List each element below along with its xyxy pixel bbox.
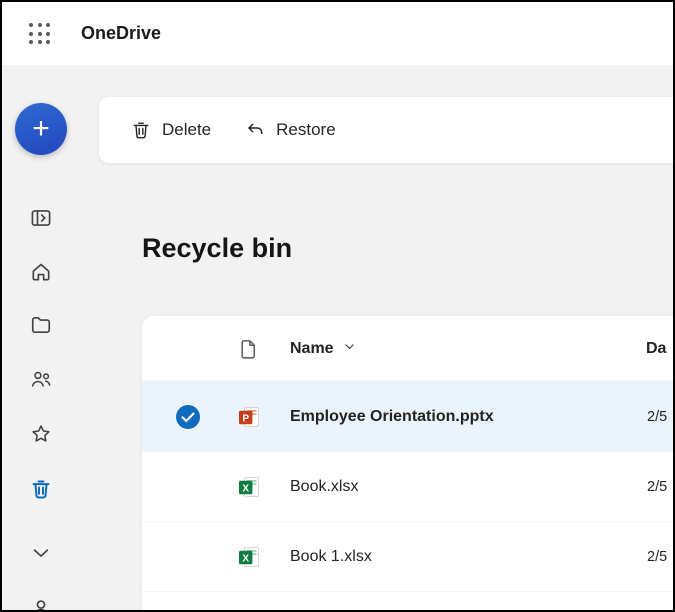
excel-icon: X xyxy=(237,475,261,499)
restore-button-label: Restore xyxy=(276,120,336,139)
restore-icon xyxy=(245,120,265,140)
file-name: Book.xlsx xyxy=(290,478,359,495)
svg-text:P: P xyxy=(242,413,249,424)
table-row[interactable]: X Book.xlsx 2/5 xyxy=(142,452,673,522)
table-row[interactable]: P Employee Orientation.pptx 2/5 xyxy=(142,382,673,452)
file-name: Book 1.xlsx xyxy=(290,548,372,565)
file-date: 2/5 xyxy=(647,549,668,565)
delete-button-label: Delete xyxy=(162,120,212,139)
app-title: OneDrive xyxy=(81,23,162,43)
svg-text:X: X xyxy=(242,553,249,564)
people-icon xyxy=(30,368,52,390)
sidebar-item-my-files[interactable] xyxy=(30,314,52,336)
top-bar: OneDrive xyxy=(2,2,673,65)
chevron-down-icon xyxy=(30,542,52,564)
excel-icon: X xyxy=(237,545,261,569)
column-header-name[interactable]: Name xyxy=(290,316,356,382)
person-icon xyxy=(30,598,52,610)
command-toolbar: Delete Restore xyxy=(99,97,673,163)
selected-check-icon[interactable] xyxy=(175,404,201,430)
delete-button[interactable]: Delete xyxy=(117,111,225,149)
star-icon xyxy=(30,423,52,445)
sidebar-item-home[interactable] xyxy=(30,261,52,283)
app-launcher-icon[interactable] xyxy=(25,19,54,48)
table-row[interactable]: X Book 1.xlsx 2/5 xyxy=(142,522,673,592)
folder-icon xyxy=(30,314,52,336)
sidebar-item-recycle-bin[interactable] xyxy=(30,478,52,500)
sidebar-item-profile[interactable] xyxy=(30,598,52,610)
sidebar-item-shared[interactable] xyxy=(30,368,52,390)
restore-button[interactable]: Restore xyxy=(231,111,350,149)
trash-icon xyxy=(131,120,151,140)
sidebar-item-toggle-navigation[interactable] xyxy=(30,207,52,229)
onedrive-window: OneDrive + Delete Restore Recycle bin Na… xyxy=(0,0,675,612)
sidebar-item-more[interactable] xyxy=(30,542,52,564)
svg-text:X: X xyxy=(242,483,249,494)
panel-expand-icon xyxy=(30,207,52,229)
file-date: 2/5 xyxy=(647,479,668,495)
trash-icon xyxy=(30,478,52,500)
add-new-button[interactable]: + xyxy=(15,103,67,155)
sidebar-item-favorites[interactable] xyxy=(30,423,52,445)
table-header-row: Name Da xyxy=(142,316,673,382)
file-date: 2/5 xyxy=(647,409,668,425)
powerpoint-icon: P xyxy=(237,405,261,429)
column-header-date[interactable]: Da xyxy=(646,316,666,382)
home-icon xyxy=(30,261,52,283)
file-list-card: Name Da P Employee Orientation.pptx 2/5 … xyxy=(142,316,673,610)
chevron-down-icon xyxy=(343,340,356,358)
page-title: Recycle bin xyxy=(142,233,293,263)
plus-icon: + xyxy=(32,112,50,145)
file-name: Employee Orientation.pptx xyxy=(290,408,494,425)
document-type-column-icon xyxy=(238,338,260,360)
